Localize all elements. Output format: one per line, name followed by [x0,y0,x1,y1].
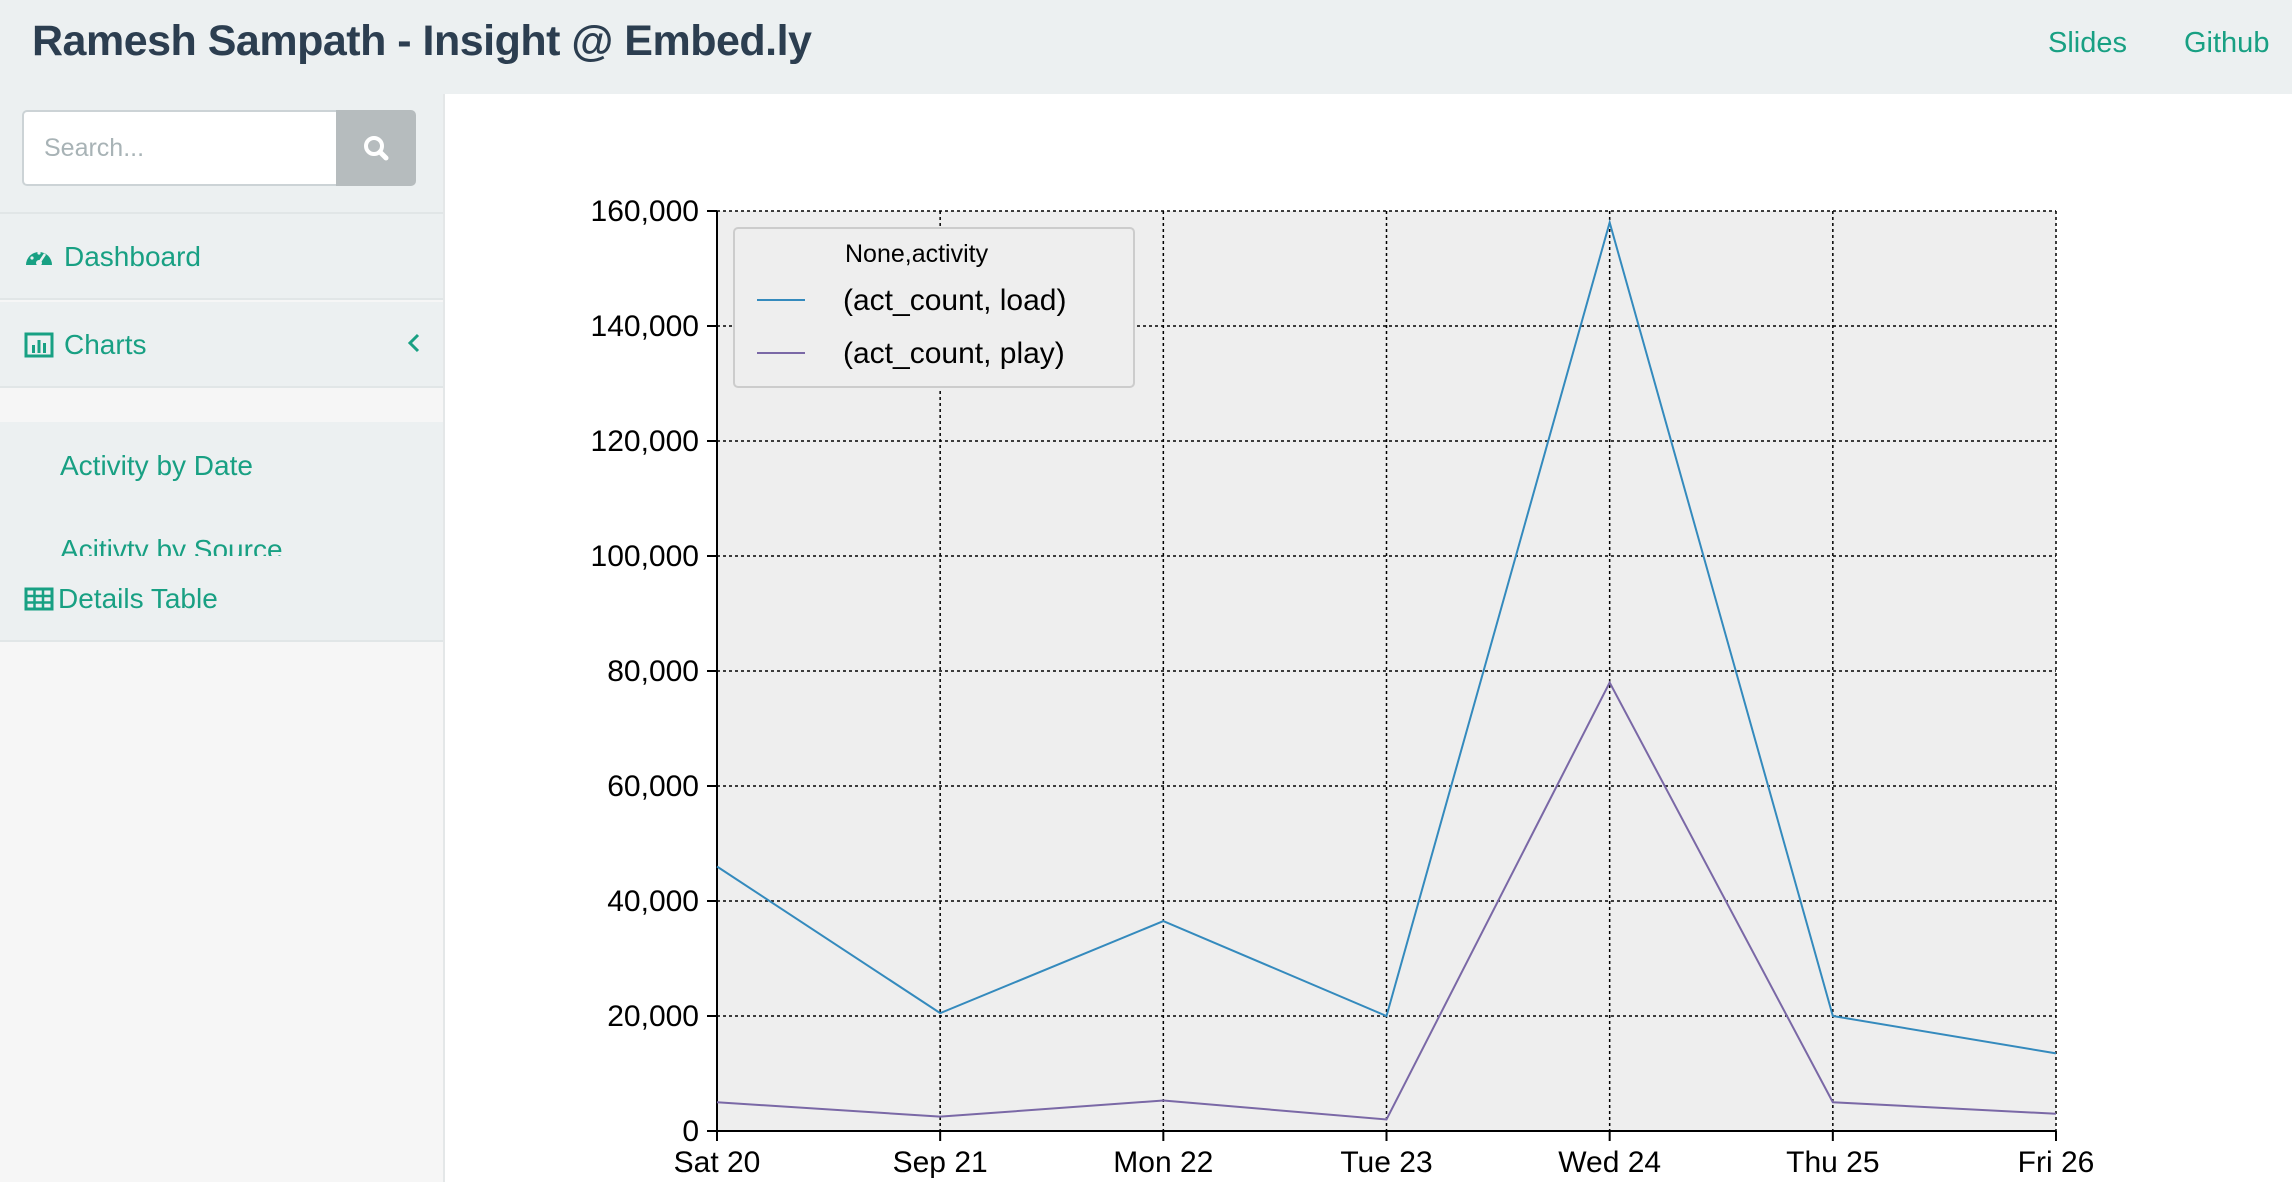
chart-legend: None,activity (act_count, load) (act_coun… [733,227,1135,388]
x-tick-label: Wed 24 [1558,1146,1661,1179]
sidebar-item-dashboard[interactable]: Dashboard [0,214,443,300]
y-tick-label: 0 [682,1115,699,1148]
dashboard-icon [26,251,52,266]
legend-entry-label: (act_count, play) [843,337,1065,370]
sidebar-item-details-table[interactable]: Details Table [0,556,443,642]
search-form [0,94,443,214]
y-tick-label: 40,000 [607,885,699,918]
x-tick-label: Sat 20 [674,1146,761,1179]
x-tick-label: Sep 21 [893,1146,988,1179]
y-tick-label: 140,000 [591,310,699,343]
sidebar-item-label: Details Table [58,583,218,614]
y-tick-label: 20,000 [607,1000,699,1033]
x-tick-labels: Sat 20 Sep 21 Mon 22 Tue 23 Wed 24 Thu 25 Fri … [674,1146,2095,1179]
search-input[interactable] [22,110,336,186]
bar-chart-icon [24,332,54,358]
table-icon [24,587,54,611]
y-tick-label: 120,000 [591,425,699,458]
search-icon [364,136,389,161]
y-tick-label: 100,000 [591,540,699,573]
legend-entry-label: (act_count, load) [843,284,1066,317]
sidebar-item-charts[interactable]: Charts [0,302,443,388]
search-button[interactable] [336,110,416,186]
submenu-item-activity-by-date[interactable]: Activity by Date [60,446,253,486]
top-navbar: Ramesh Sampath - Insight @ Embed.ly Slid… [0,0,2292,94]
y-tick-label: 80,000 [607,655,699,688]
sidebar-item-label: Dashboard [64,241,201,272]
chevron-left-icon[interactable] [406,332,422,354]
sidebar-item-label: Charts [64,329,147,360]
legend-title: None,activity [845,240,989,268]
y-tick-labels: 0 20,000 40,000 60,000 80,000 100,000 120,000 1… [591,195,699,1148]
activity-line-chart: 0 20,000 40,000 60,000 80,000 100,000 120,000 1… [591,195,2095,1179]
y-tick-label: 60,000 [607,770,699,803]
chart-panel: 0 20,000 40,000 60,000 80,000 100,000 120,000 1… [447,94,2292,1182]
x-tick-label: Tue 23 [1340,1146,1432,1179]
x-tick-label: Thu 25 [1786,1146,1879,1179]
x-tick-label: Mon 22 [1113,1146,1213,1179]
x-tick-label: Fri 26 [2018,1146,2095,1179]
brand-title[interactable]: Ramesh Sampath - Insight @ Embed.ly [32,0,812,82]
nav-link-slides[interactable]: Slides [2048,0,2127,86]
nav-link-github[interactable]: Github [2184,0,2269,86]
sidebar: Dashboard Charts Activity by Date Acitiv… [0,94,445,1182]
y-tick-label: 160,000 [591,195,699,228]
